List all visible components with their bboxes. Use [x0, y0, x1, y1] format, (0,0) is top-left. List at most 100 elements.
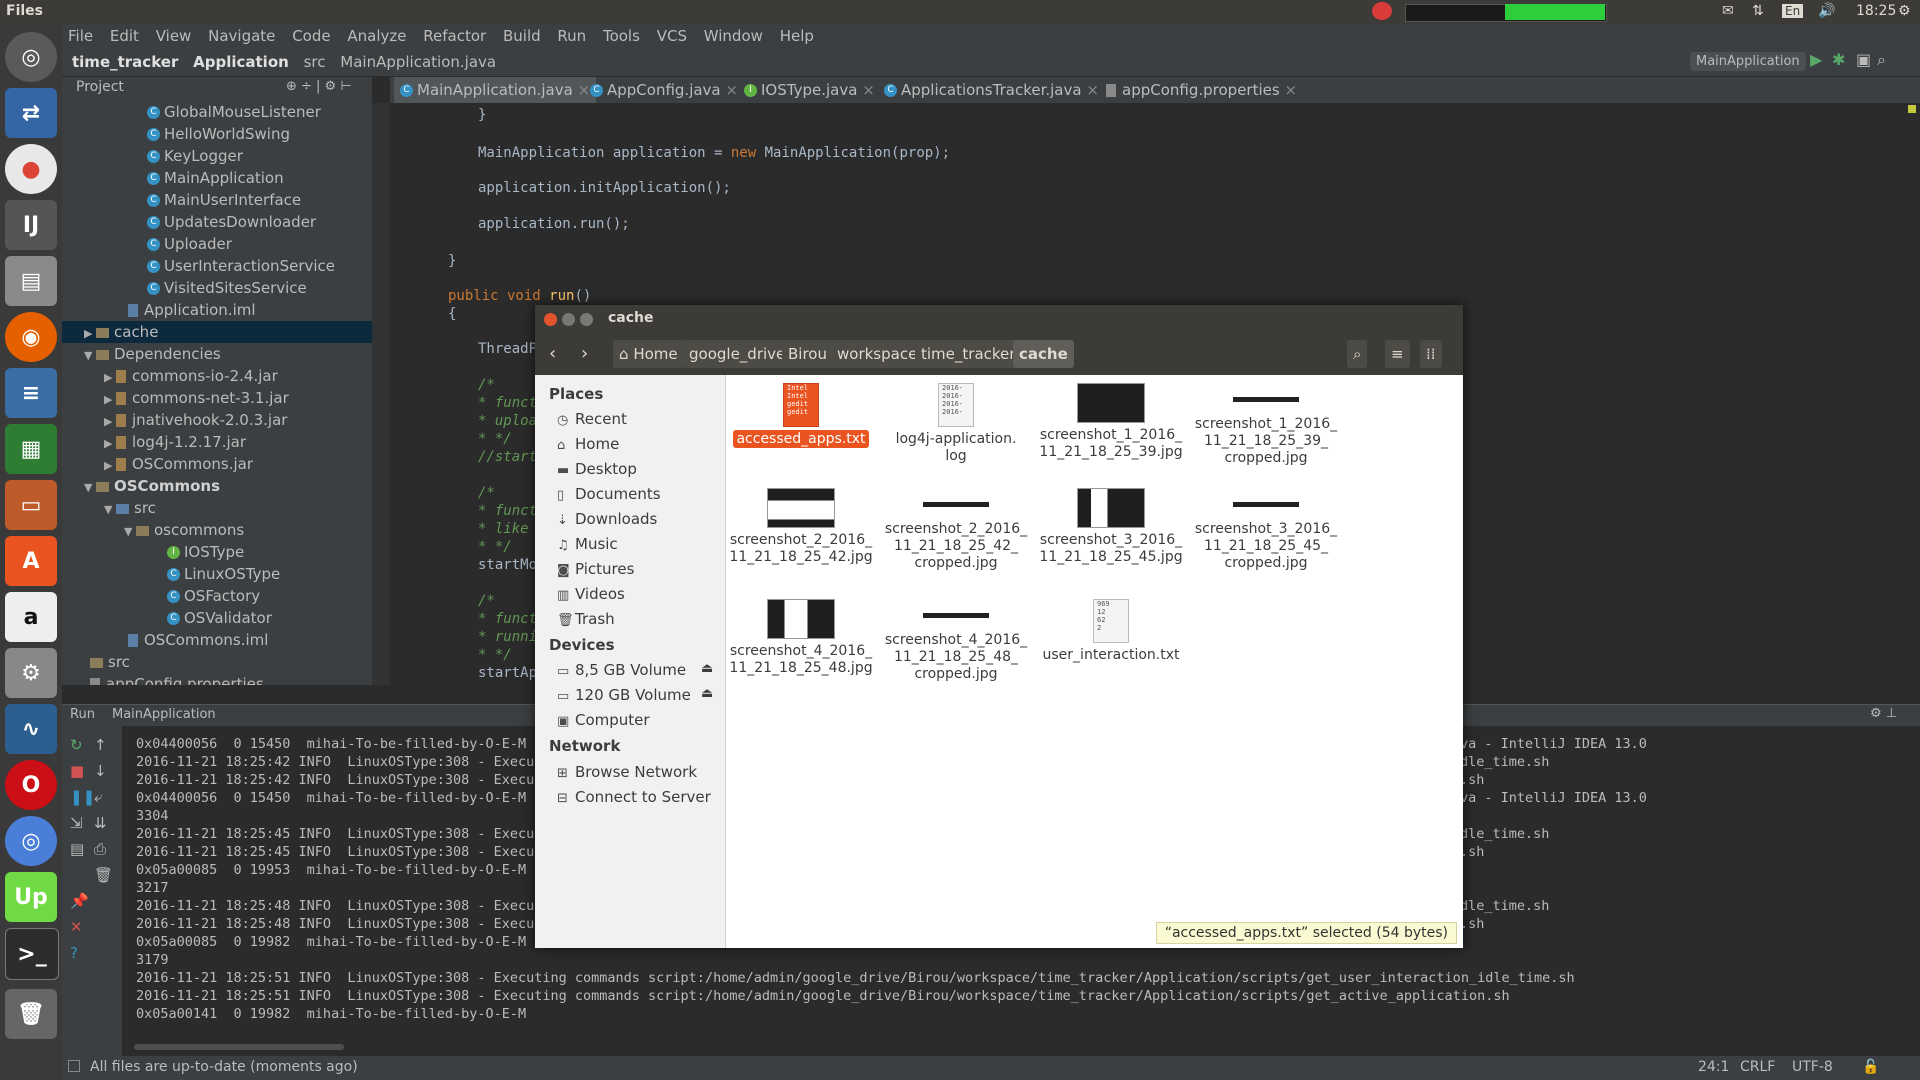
expand-arrow-icon[interactable]: ▶: [84, 323, 96, 345]
layout-icon[interactable]: ▤: [70, 840, 84, 858]
path-cache[interactable]: cache: [1013, 340, 1074, 368]
tree-item[interactable]: ▶ jnativehook-2.0.3.jar: [104, 409, 287, 431]
chrome-icon[interactable]: ●: [5, 144, 57, 194]
tree-item[interactable]: C LinuxOSType: [167, 563, 280, 585]
close-tab-icon[interactable]: ×: [725, 81, 738, 99]
sidebar-item-connect-server[interactable]: ⊟ Connect to Server: [557, 788, 711, 806]
path-birou[interactable]: Birou: [782, 340, 833, 368]
minimize-window-icon[interactable]: [562, 313, 575, 326]
console-horizontal-scrollbar[interactable]: [134, 1044, 344, 1050]
sidebar-item-downloads[interactable]: ⇣ Downloads: [557, 510, 657, 528]
breadcrumb-module[interactable]: Application: [193, 48, 289, 76]
tab-appconfig-properties[interactable]: appConfig.properties ×: [1100, 77, 1303, 103]
breadcrumb-project[interactable]: time_tracker: [72, 48, 178, 76]
tree-item[interactable]: Application.iml: [128, 299, 256, 321]
sdk-icon[interactable]: ▣: [1856, 50, 1871, 69]
eject-icon[interactable]: ⏏: [701, 661, 713, 676]
grid-view-icon[interactable]: ⁞⁞: [1420, 340, 1442, 368]
tree-item[interactable]: ▶ commons-net-3.1.jar: [104, 387, 289, 409]
sidebar-item-music[interactable]: ♫ Music: [557, 535, 618, 553]
system-monitor-icon[interactable]: ∿: [5, 704, 57, 754]
close-icon[interactable]: ✕: [70, 918, 83, 936]
menu-refactor[interactable]: Refactor: [423, 27, 486, 45]
file-item[interactable]: 2016- 2016- 2016- 2016- log4j-application. …: [881, 383, 1031, 465]
sidebar-item-browse-network[interactable]: ⊞ Browse Network: [557, 763, 697, 781]
pause-icon[interactable]: ❚❚: [70, 788, 95, 806]
pin-icon[interactable]: 📌: [70, 892, 89, 910]
debug-icon[interactable]: ✱: [1832, 50, 1845, 69]
collapse-arrow-icon[interactable]: ▼: [84, 477, 96, 499]
soft-wrap-icon[interactable]: ⤶: [94, 788, 102, 806]
tree-item[interactable]: C HelloWorldSwing: [147, 123, 290, 145]
impress-icon[interactable]: ▭: [5, 480, 57, 530]
search-icon[interactable]: ⌕: [1347, 340, 1368, 368]
sidebar-item-documents[interactable]: ▯ Documents: [557, 485, 661, 503]
tree-item-selected[interactable]: ▶ cache: [62, 321, 372, 343]
keyboard-layout[interactable]: En: [1782, 4, 1804, 18]
tool-windows-icon[interactable]: [68, 1060, 80, 1072]
maximize-window-icon[interactable]: [580, 313, 593, 326]
menu-tools[interactable]: Tools: [603, 27, 640, 45]
scroll-to-end-icon[interactable]: ⇊: [94, 814, 107, 832]
dump-threads-icon[interactable]: ⇲: [70, 814, 83, 832]
sidebar-item-pictures[interactable]: ◙ Pictures: [557, 560, 634, 578]
mail-icon[interactable]: ✉: [1722, 3, 1734, 19]
tree-item[interactable]: appConfig.properties: [90, 673, 264, 685]
expand-arrow-icon[interactable]: ▶: [104, 367, 116, 389]
calc-icon[interactable]: ▦: [5, 424, 57, 474]
path-workspace[interactable]: workspace: [831, 340, 924, 368]
menu-build[interactable]: Build: [503, 27, 541, 45]
panel-settings-icon[interactable]: ⚙ ⊥: [1870, 706, 1897, 721]
tree-item[interactable]: C UpdatesDownloader: [147, 211, 316, 233]
close-window-icon[interactable]: [544, 313, 557, 326]
line-separator[interactable]: CRLF: [1740, 1059, 1775, 1075]
close-tab-icon[interactable]: ×: [862, 81, 875, 99]
sidebar-item-desktop[interactable]: ▬ Desktop: [557, 460, 637, 478]
tree-item[interactable]: ▼ OSCommons: [84, 475, 220, 497]
files-icon[interactable]: ▤: [5, 256, 57, 306]
software-center-icon[interactable]: A: [5, 536, 57, 586]
tree-item[interactable]: ▶ commons-io-2.4.jar: [104, 365, 278, 387]
file-item[interactable]: screenshot_2_2016_ 11_21_18_25_42.jpg: [726, 488, 876, 566]
tree-item[interactable]: src: [90, 651, 130, 673]
sidebar-item-volume-120gb[interactable]: ▭ 120 GB Volume: [557, 686, 691, 704]
forward-icon[interactable]: ›: [575, 340, 594, 368]
tree-item[interactable]: C MainUserInterface: [147, 189, 301, 211]
help-icon[interactable]: ?: [70, 944, 78, 962]
trash-icon[interactable]: 🗑: [5, 989, 57, 1039]
eject-icon[interactable]: ⏏: [701, 686, 713, 701]
collapse-arrow-icon[interactable]: ▼: [124, 521, 136, 543]
tree-item[interactable]: C Uploader: [147, 233, 232, 255]
collapse-arrow-icon[interactable]: ▼: [104, 499, 116, 521]
close-tab-icon[interactable]: ×: [1086, 81, 1099, 99]
settings-gear-icon[interactable]: ⚙: [1898, 3, 1911, 19]
scroll-up-icon[interactable]: ↑: [94, 736, 107, 754]
opera-icon[interactable]: O: [5, 760, 57, 810]
sidebar-item-trash[interactable]: 🗑Trash: [557, 610, 615, 628]
lock-icon[interactable]: 🔓: [1862, 1059, 1879, 1075]
file-encoding[interactable]: UTF-8: [1792, 1059, 1833, 1075]
menu-window[interactable]: Window: [704, 27, 763, 45]
tree-item[interactable]: ▶ OSCommons.jar: [104, 453, 253, 475]
expand-arrow-icon[interactable]: ▶: [104, 455, 116, 477]
expand-arrow-icon[interactable]: ▶: [104, 389, 116, 411]
caret-position[interactable]: 24:1: [1698, 1059, 1729, 1075]
chromium-icon[interactable]: ◎: [5, 816, 57, 866]
no-entry-icon[interactable]: [1372, 2, 1392, 20]
file-item[interactable]: screenshot_4_2016_ 11_21_18_25_48.jpg: [726, 599, 876, 677]
breadcrumb-file[interactable]: MainApplication.java: [340, 48, 496, 76]
menu-navigate[interactable]: Navigate: [208, 27, 275, 45]
system-settings-icon[interactable]: ⚙: [5, 648, 57, 698]
menu-code[interactable]: Code: [292, 27, 330, 45]
tree-item[interactable]: ▶ log4j-1.2.17.jar: [104, 431, 246, 453]
firefox-icon[interactable]: ◉: [5, 312, 57, 362]
breadcrumb-src[interactable]: src: [304, 48, 326, 76]
sidebar-item-recent[interactable]: ◷ Recent: [557, 410, 627, 428]
sidebar-item-volume-8gb[interactable]: ▭ 8,5 GB Volume: [557, 661, 686, 679]
clock[interactable]: 18:25: [1856, 3, 1896, 19]
clear-all-icon[interactable]: 🗑: [94, 866, 113, 884]
project-view-select[interactable]: Project: [76, 79, 124, 95]
search-everywhere-icon[interactable]: ⌕: [1877, 50, 1886, 70]
rerun-icon[interactable]: ↻: [70, 736, 83, 754]
tab-appconfig[interactable]: C AppConfig.java ×: [584, 77, 744, 103]
